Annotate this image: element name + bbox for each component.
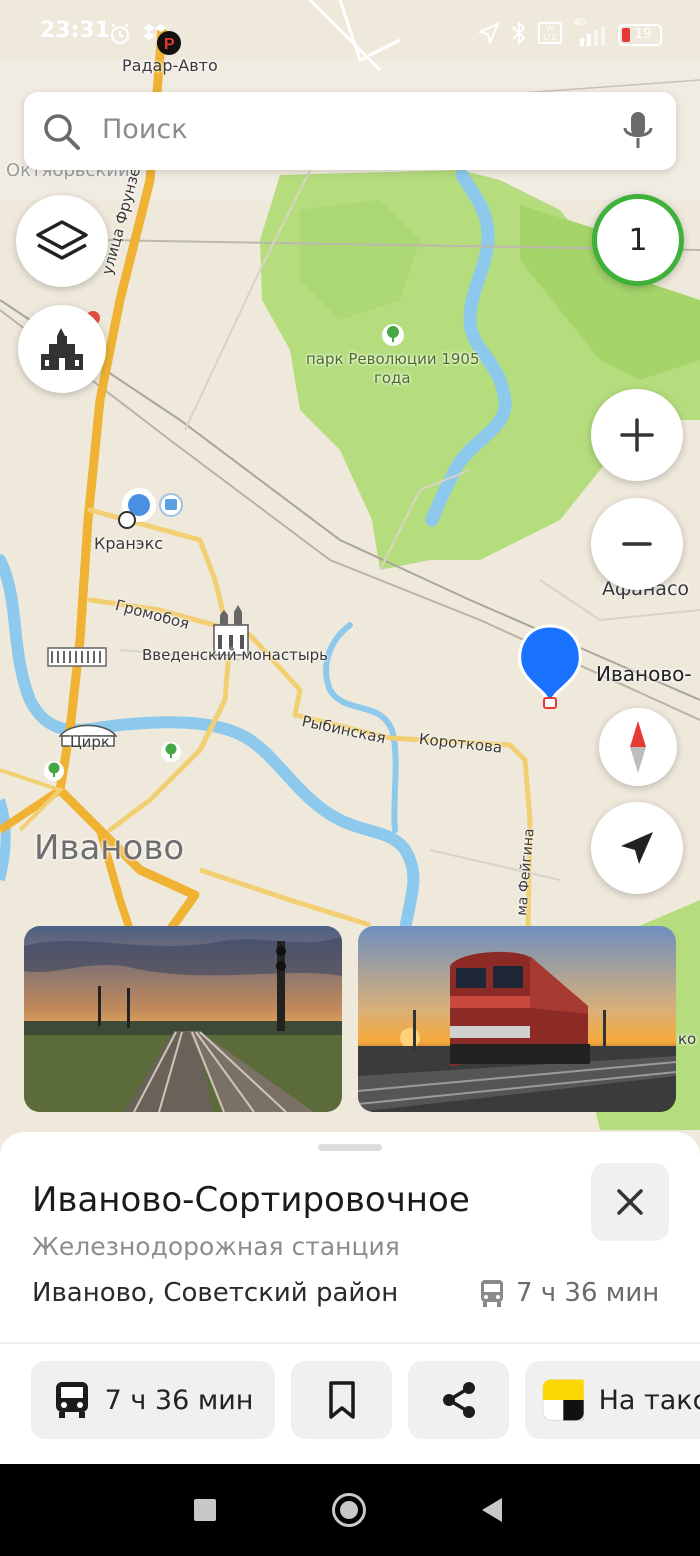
travel-time-label: 7 ч 36 мин [516, 1278, 660, 1308]
bookmark-button[interactable] [291, 1361, 392, 1439]
close-button[interactable] [591, 1163, 669, 1241]
places-button[interactable] [18, 305, 106, 393]
alarm-icon [111, 23, 129, 44]
recent-apps-icon[interactable] [194, 1499, 216, 1521]
minus-icon [622, 542, 652, 546]
battery-icon: 19 [618, 24, 662, 46]
traffic-level-button[interactable]: 1 [592, 194, 684, 286]
park-label-line2[interactable]: года [374, 369, 411, 387]
locomotive-sunset-photo[interactable] [358, 926, 676, 1112]
poi-label-kraneks[interactable]: Кранэкс [94, 534, 163, 553]
place-card-sheet[interactable]: Иваново-Сортировочное Железнодорожная ст… [0, 1132, 700, 1464]
battery-level: 19 [634, 26, 652, 42]
place-travel-time: 7 ч 36 мин [478, 1278, 659, 1308]
station-label-ivanovo[interactable]: Иваново- [596, 662, 692, 686]
railway-tracks-sunset-photo[interactable] [24, 926, 342, 1112]
search-bar[interactable]: Поиск [24, 92, 676, 170]
home-icon[interactable] [332, 1493, 366, 1527]
area-label-edge: ко [678, 1030, 697, 1048]
lte-label: LTE [543, 33, 557, 42]
route-button[interactable]: 7 ч 36 мин [31, 1361, 275, 1439]
location-arrow-icon [478, 22, 500, 44]
volte-icon: Vo LTE [538, 22, 562, 44]
park-tree-icon[interactable] [382, 324, 404, 346]
yandex-taxi-icon [542, 1379, 585, 1421]
compass-button[interactable] [599, 708, 677, 786]
bus-icon [55, 1382, 88, 1418]
share-icon [442, 1382, 475, 1418]
plus-icon [620, 418, 654, 452]
layers-button[interactable] [16, 195, 108, 287]
city-label-ivanovo: Иваново [34, 828, 185, 868]
park-tree-icon[interactable] [44, 761, 64, 781]
android-navigation-bar [0, 1464, 700, 1556]
building-icon [41, 328, 83, 370]
place-title: Иваново-Сортировочное [32, 1180, 470, 1220]
park-label-line1[interactable]: парк Революции 1905 [306, 350, 480, 368]
place-address: Иваново, Советский район [32, 1278, 399, 1308]
layers-icon [36, 220, 88, 260]
park-tree-icon[interactable] [161, 742, 181, 762]
zoom-out-button[interactable] [591, 498, 683, 590]
locomotive-image [358, 926, 676, 1112]
bus-icon [481, 1280, 503, 1307]
place-category: Железнодорожная станция [32, 1232, 400, 1261]
status-bar: 23:31 Vo LTE 4G 19 [0, 0, 700, 64]
dropbox-icon [143, 24, 167, 40]
microphone-icon[interactable] [620, 110, 656, 152]
route-button-label: 7 ч 36 мин [104, 1384, 254, 1416]
zoom-in-button[interactable] [591, 389, 683, 481]
landmark-building-icon[interactable] [47, 647, 107, 667]
bookmark-icon [328, 1381, 355, 1419]
transit-stop-icon[interactable] [159, 493, 183, 517]
back-icon[interactable] [480, 1497, 504, 1523]
signal-icon [580, 26, 605, 46]
traffic-level-value: 1 [628, 222, 648, 258]
yandex-maps-screen: P Радар-Авто Октябрьский улица Фрунзе па… [0, 0, 700, 1556]
navigation-arrow-icon [621, 832, 653, 864]
railway-tracks-image [24, 926, 342, 1112]
share-button[interactable] [408, 1361, 509, 1439]
poi-label-vvedensky[interactable]: Введенский монастырь [142, 646, 328, 664]
poi-label-tsirk[interactable]: Цирк [70, 733, 110, 751]
taxi-button[interactable]: На такси [525, 1361, 700, 1439]
search-input[interactable]: Поиск [102, 114, 188, 145]
status-time: 23:31 [40, 18, 111, 43]
close-icon [617, 1189, 643, 1215]
sheet-divider [0, 1342, 700, 1344]
taxi-button-label: На такси [598, 1384, 700, 1416]
bluetooth-icon [512, 20, 526, 46]
search-icon [44, 114, 80, 150]
sheet-drag-handle[interactable] [318, 1144, 382, 1151]
compass-icon [630, 721, 646, 773]
my-location-button[interactable] [591, 802, 683, 894]
